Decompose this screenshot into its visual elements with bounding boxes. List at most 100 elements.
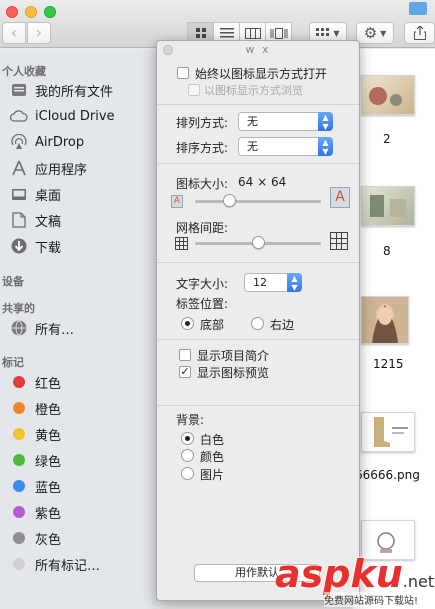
- background-label: 背景:: [176, 413, 205, 427]
- background-picture-radio[interactable]: [181, 467, 194, 480]
- arrange-by-label: 排列方式:: [176, 116, 229, 130]
- sidebar-item-applications[interactable]: 应用程序: [10, 157, 87, 179]
- label-position-right-radio[interactable]: [251, 317, 264, 330]
- sidebar-item-label: iCloud Drive: [35, 108, 115, 124]
- sidebar-item-tag[interactable]: 橙色: [10, 397, 61, 419]
- icon-size-slider-track[interactable]: [195, 200, 321, 203]
- sidebar-item-label: 文稿: [35, 214, 62, 230]
- arrange-by-select[interactable]: 无 ▲ ▼: [238, 112, 333, 131]
- sidebar-item-airdrop[interactable]: AirDrop: [10, 131, 84, 153]
- always-open-icon-view-checkbox[interactable]: [177, 67, 189, 79]
- sidebar-item-label: 所有标记…: [35, 558, 101, 574]
- grid-small-icon: [175, 237, 188, 250]
- zoom-window-button[interactable]: [44, 6, 56, 18]
- sidebar-item-tag[interactable]: 黄色: [10, 423, 61, 445]
- sidebar-item-icloud[interactable]: iCloud Drive: [10, 105, 115, 127]
- background-color-radio[interactable]: [181, 449, 194, 462]
- sort-by-label: 排序方式:: [176, 141, 229, 155]
- background-white-label: 白色: [200, 433, 225, 447]
- label-position-right-label: 右边: [270, 318, 295, 332]
- sort-by-select[interactable]: 无 ▲ ▼: [238, 137, 333, 156]
- sidebar-item-desktop[interactable]: 桌面: [10, 183, 61, 205]
- sidebar-item-tag[interactable]: 紫色: [10, 501, 61, 523]
- arrange-by-value: 无: [247, 115, 258, 128]
- airdrop-icon: [10, 133, 28, 151]
- back-button[interactable]: ‹: [2, 22, 26, 44]
- file-name-1215[interactable]: 1215: [373, 357, 404, 371]
- file-thumbnail-8[interactable]: [361, 186, 415, 226]
- tag-color-dot-icon: [13, 454, 25, 466]
- view-options-panel: w x 始终以图标显示方式打开 以图标显示方式浏览 排列方式: 无 ▲ ▼ 排序方…: [156, 40, 360, 601]
- sidebar-item-tag[interactable]: 灰色: [10, 527, 61, 549]
- file-name-8[interactable]: 8: [383, 244, 391, 258]
- text-size-value: 12: [253, 276, 267, 289]
- file-thumbnail-66666[interactable]: [361, 412, 415, 452]
- share-button[interactable]: [404, 22, 435, 44]
- show-item-info-checkbox[interactable]: [179, 349, 191, 361]
- chevron-down-icon: ▼: [333, 28, 340, 38]
- grid-spacing-slider-knob[interactable]: [252, 236, 265, 249]
- sidebar-item-label: 桌面: [35, 188, 62, 204]
- file-name-66666[interactable]: 66666.png: [355, 468, 420, 482]
- chevron-left-icon: ‹: [10, 23, 18, 42]
- label-position-label: 标签位置:: [176, 297, 229, 311]
- sidebar-item-tag[interactable]: 红色: [10, 371, 61, 393]
- forward-button[interactable]: ›: [27, 22, 51, 44]
- grid-spacing-label: 网格间距:: [176, 221, 229, 235]
- minimize-window-button[interactable]: [25, 6, 37, 18]
- sidebar-item-label: 橙色: [35, 402, 62, 418]
- sidebar-item-shared-all[interactable]: 所有…: [10, 317, 74, 339]
- sidebar-item-all-files[interactable]: 我的所有文件: [10, 79, 113, 101]
- browse-icon-view-checkbox[interactable]: [188, 84, 200, 96]
- file-thumbnail-2[interactable]: [361, 75, 415, 115]
- label-position-bottom-radio[interactable]: [181, 317, 194, 330]
- sidebar-item-label: 红色: [35, 376, 62, 392]
- text-size-select[interactable]: 12 ▲ ▼: [244, 273, 302, 292]
- column-view-icon: [244, 27, 261, 39]
- tag-color-dot-icon: [13, 376, 25, 388]
- image-thumbnail-icon: [370, 195, 406, 217]
- divider: [157, 163, 359, 164]
- sidebar-item-documents[interactable]: 文稿: [10, 209, 61, 231]
- divider: [157, 262, 359, 263]
- sidebar-item-downloads[interactable]: 下载: [10, 235, 61, 257]
- all-files-icon: [10, 81, 28, 99]
- download-icon: [10, 237, 28, 255]
- network-icon: [10, 319, 28, 337]
- documents-icon: [10, 211, 28, 229]
- sidebar-item-tag[interactable]: 蓝色: [10, 475, 61, 497]
- cloud-icon: [10, 107, 28, 125]
- tag-color-dot-icon: [13, 558, 25, 570]
- sidebar-item-tag[interactable]: 所有标记…: [10, 553, 100, 575]
- sidebar: 个人收藏 我的所有文件 iCloud Drive AirDrop 应用程序 桌面…: [0, 49, 157, 609]
- divider: [157, 339, 359, 340]
- file-thumbnail-1215[interactable]: [361, 296, 409, 344]
- sidebar-item-tag[interactable]: 绿色: [10, 449, 61, 471]
- applications-icon: [10, 159, 28, 177]
- folder-icon: [409, 2, 427, 15]
- sidebar-item-label: AirDrop: [35, 134, 85, 150]
- close-window-button[interactable]: [6, 6, 18, 18]
- image-thumbnail-icon: [374, 417, 408, 447]
- chevron-right-icon: ›: [35, 23, 43, 42]
- background-color-label: 颜色: [200, 450, 225, 464]
- sidebar-item-label: 下载: [35, 240, 62, 256]
- up-down-arrow-icon: ▲ ▼: [287, 273, 302, 292]
- sidebar-item-label: 所有…: [35, 322, 75, 338]
- show-icon-preview-checkbox[interactable]: ✓: [179, 366, 191, 378]
- browse-icon-view-label: 以图标显示方式浏览: [204, 84, 303, 97]
- icon-size-slider-knob[interactable]: [223, 194, 237, 207]
- always-open-icon-view-label: 始终以图标显示方式打开: [195, 67, 328, 81]
- file-content-area: 2 8 1215 66666.png: [353, 49, 435, 609]
- background-picture-label: 图片: [200, 468, 225, 482]
- sidebar-item-label: 应用程序: [35, 162, 88, 178]
- action-menu-button[interactable]: ⚙ ▼: [356, 22, 394, 44]
- background-white-radio[interactable]: [181, 432, 194, 445]
- desktop-icon: [10, 185, 28, 203]
- text-size-label: 文字大小:: [176, 277, 229, 291]
- favorites-header: 个人收藏: [2, 65, 46, 78]
- sidebar-item-label: 黄色: [35, 428, 62, 444]
- arrange-grid-icon: [316, 27, 330, 36]
- sidebar-item-label: 蓝色: [35, 480, 62, 496]
- file-name-2[interactable]: 2: [383, 132, 391, 146]
